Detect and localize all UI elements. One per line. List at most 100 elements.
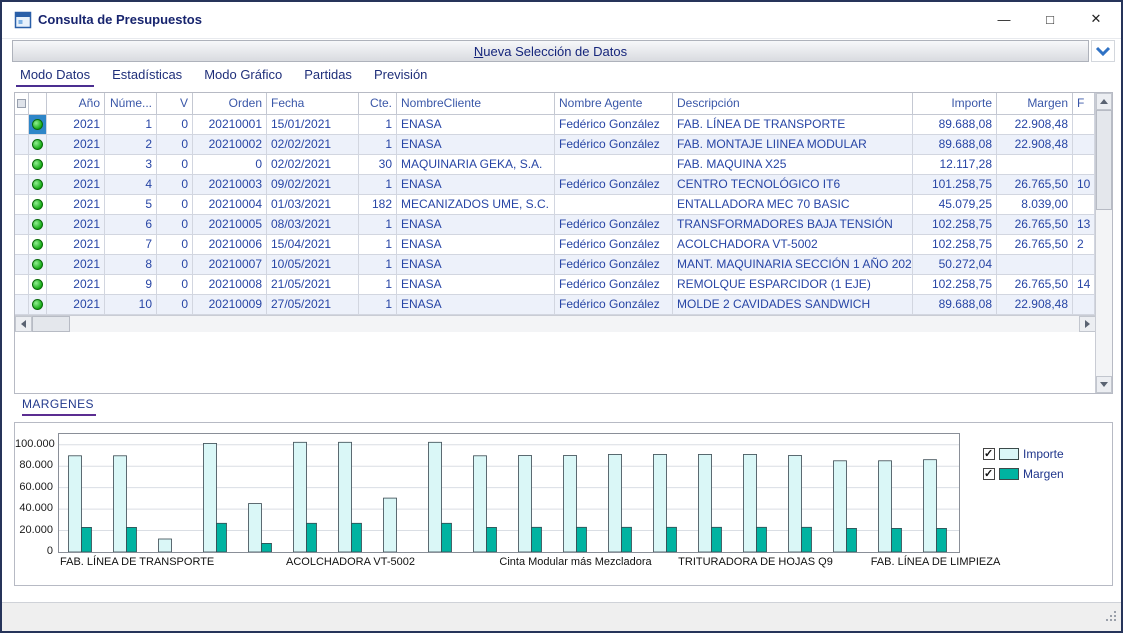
grid-cell[interactable]: 2021 xyxy=(47,235,105,255)
vertical-scrollbar[interactable] xyxy=(1095,93,1112,393)
column-header-cte[interactable]: Cte. xyxy=(359,93,397,115)
grid-cell[interactable]: 1 xyxy=(359,255,397,275)
row-selector-cell[interactable] xyxy=(15,255,29,275)
grid-cell[interactable]: 0 xyxy=(157,215,193,235)
grid-cell[interactable]: 0 xyxy=(157,175,193,195)
row-status-cell[interactable] xyxy=(29,275,47,295)
column-header-v[interactable]: V xyxy=(157,93,193,115)
grid-cell[interactable]: 1 xyxy=(359,295,397,315)
row-status-cell[interactable] xyxy=(29,295,47,315)
grid-cell[interactable] xyxy=(1073,195,1095,215)
grid-cell[interactable]: Fedérico González xyxy=(555,255,673,275)
grid-cell[interactable] xyxy=(555,195,673,215)
row-selector-cell[interactable] xyxy=(15,295,29,315)
grid-cell[interactable]: 1 xyxy=(359,235,397,255)
grid-cell[interactable]: 02/02/2021 xyxy=(267,155,359,175)
grid-cell[interactable] xyxy=(997,155,1073,175)
grid-cell[interactable]: 20210009 xyxy=(193,295,267,315)
grid-cell[interactable]: 8.039,00 xyxy=(997,195,1073,215)
grid-cell[interactable]: ENASA xyxy=(397,255,555,275)
grid-cell[interactable]: 89.688,08 xyxy=(913,295,997,315)
row-status-cell[interactable] xyxy=(29,195,47,215)
grid-cell[interactable]: 50.272,04 xyxy=(913,255,997,275)
grid-cell[interactable]: ENASA xyxy=(397,295,555,315)
grid-cell[interactable]: 0 xyxy=(157,115,193,135)
grid-cell[interactable]: Fedérico González xyxy=(555,175,673,195)
row-status-cell[interactable] xyxy=(29,155,47,175)
grid-cell[interactable]: MOLDE 2 CAVIDADES SANDWICH xyxy=(673,295,913,315)
grid-cell[interactable]: 102.258,75 xyxy=(913,215,997,235)
grid-cell[interactable]: REMOLQUE ESPARCIDOR (1 EJE) xyxy=(673,275,913,295)
row-status-cell[interactable] xyxy=(29,255,47,275)
grid-cell[interactable] xyxy=(1073,135,1095,155)
new-selection-button[interactable]: Nueva Selección de Datos xyxy=(12,40,1089,62)
grid-cell[interactable]: ENASA xyxy=(397,275,555,295)
grid-cell[interactable]: 1 xyxy=(105,115,157,135)
grid-cell[interactable] xyxy=(1073,155,1095,175)
grid-cell[interactable]: 20210006 xyxy=(193,235,267,255)
row-selector-cell[interactable] xyxy=(15,155,29,175)
grid-cell[interactable]: 9 xyxy=(105,275,157,295)
scroll-left-button[interactable] xyxy=(15,316,32,332)
column-header-orden[interactable]: Orden xyxy=(193,93,267,115)
grid-cell[interactable]: 0 xyxy=(193,155,267,175)
grid-cell[interactable]: 20210007 xyxy=(193,255,267,275)
grid-cell[interactable]: CENTRO TECNOLÓGICO IT6 xyxy=(673,175,913,195)
row-selector-cell[interactable] xyxy=(15,115,29,135)
grid-cell[interactable]: Fedérico González xyxy=(555,135,673,155)
column-header-blank[interactable] xyxy=(29,93,47,115)
column-header-nombrecliente[interactable]: NombreCliente xyxy=(397,93,555,115)
grid-cell[interactable]: ENASA xyxy=(397,215,555,235)
grid-cell[interactable]: 15/01/2021 xyxy=(267,115,359,135)
row-status-cell[interactable] xyxy=(29,135,47,155)
row-selector-cell[interactable] xyxy=(15,175,29,195)
grid-cell[interactable]: 3 xyxy=(105,155,157,175)
expand-selection-button[interactable] xyxy=(1091,40,1115,62)
vscroll-thumb[interactable] xyxy=(1096,110,1112,210)
grid-cell[interactable]: FAB. LÍNEA DE TRANSPORTE xyxy=(673,115,913,135)
grid-cell[interactable]: 08/03/2021 xyxy=(267,215,359,235)
scroll-right-button[interactable] xyxy=(1079,316,1096,332)
tab-estadisticas[interactable]: Estadísticas xyxy=(108,65,186,87)
grid-cell[interactable] xyxy=(555,155,673,175)
grid-cell[interactable]: 1 xyxy=(359,135,397,155)
grid-cell[interactable]: 2 xyxy=(1073,235,1095,255)
grid-cell[interactable]: 89.688,08 xyxy=(913,135,997,155)
grid-cell[interactable]: FAB. MAQUINA X25 xyxy=(673,155,913,175)
grid-cell[interactable]: 21/05/2021 xyxy=(267,275,359,295)
grid-cell[interactable]: 20210002 xyxy=(193,135,267,155)
grid-cell[interactable]: 10 xyxy=(105,295,157,315)
grid-cell[interactable]: FAB. MONTAJE LIINEA MODULAR xyxy=(673,135,913,155)
grid-cell[interactable]: 20210001 xyxy=(193,115,267,135)
grid-cell[interactable]: 0 xyxy=(157,135,193,155)
grid-cell[interactable]: Fedérico González xyxy=(555,235,673,255)
grid-cell[interactable]: 10/05/2021 xyxy=(267,255,359,275)
grid-cell[interactable]: 2021 xyxy=(47,115,105,135)
legend-checkbox-margen[interactable] xyxy=(983,468,995,480)
grid-cell[interactable]: 26.765,50 xyxy=(997,235,1073,255)
grid-cell[interactable]: Fedérico González xyxy=(555,295,673,315)
grid-cell[interactable]: 22.908,48 xyxy=(997,295,1073,315)
grid-cell[interactable]: 2021 xyxy=(47,215,105,235)
grid-cell[interactable]: 15/04/2021 xyxy=(267,235,359,255)
grid-cell[interactable]: 101.258,75 xyxy=(913,175,997,195)
tab-modo-datos[interactable]: Modo Datos xyxy=(16,65,94,87)
tab-modo-grafico[interactable]: Modo Gráfico xyxy=(200,65,286,87)
scroll-down-button[interactable] xyxy=(1096,376,1112,393)
grid-cell[interactable]: ENASA xyxy=(397,175,555,195)
grid-cell[interactable]: 4 xyxy=(105,175,157,195)
grid-cell[interactable]: 2021 xyxy=(47,275,105,295)
grid-cell[interactable]: 30 xyxy=(359,155,397,175)
grid-cell[interactable]: 0 xyxy=(157,295,193,315)
legend-checkbox-importe[interactable] xyxy=(983,448,995,460)
grid-cell[interactable]: TRANSFORMADORES BAJA TENSIÓN xyxy=(673,215,913,235)
tab-partidas[interactable]: Partidas xyxy=(300,65,356,87)
row-status-cell[interactable] xyxy=(29,235,47,255)
grid-cell[interactable]: 01/03/2021 xyxy=(267,195,359,215)
grid-cell[interactable]: 2021 xyxy=(47,255,105,275)
horizontal-scrollbar[interactable] xyxy=(15,315,1096,332)
hscroll-thumb[interactable] xyxy=(32,316,70,332)
grid-cell[interactable]: 26.765,50 xyxy=(997,275,1073,295)
grid-cell[interactable]: ENTALLADORA MEC 70 BASIC xyxy=(673,195,913,215)
grid-cell[interactable]: 0 xyxy=(157,155,193,175)
